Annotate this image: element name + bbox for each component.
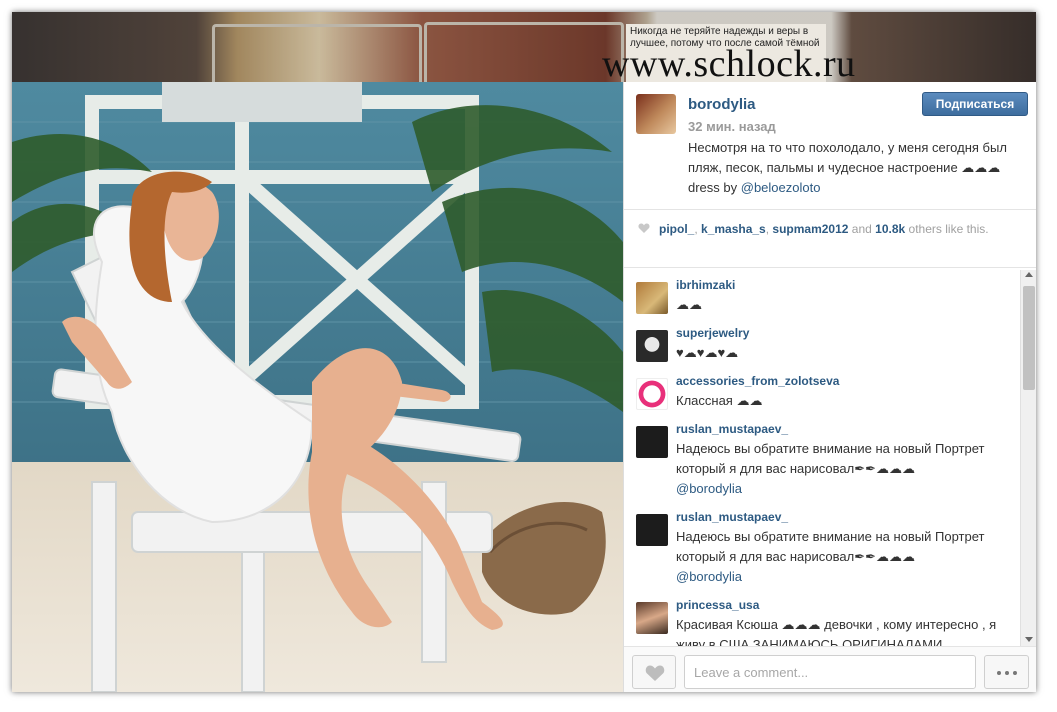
comment-text: Красивая Ксюша ☁☁☁ девочки , кому интере… — [676, 617, 997, 646]
heart-icon — [645, 665, 665, 681]
user-avatar[interactable] — [636, 94, 676, 134]
comment-item: princessa_usa Красивая Ксюша ☁☁☁ девочки… — [624, 590, 1020, 646]
commenter-avatar[interactable] — [636, 426, 668, 458]
caption-dress-by: dress by — [688, 180, 741, 195]
caption-emoji: ☁☁☁ — [961, 160, 1001, 175]
comment-item: superjewelry ♥☁♥☁♥☁ — [624, 318, 1020, 366]
more-options-button[interactable] — [984, 655, 1029, 689]
comment-username[interactable]: ruslan_mustapaev_ — [676, 422, 788, 436]
comment-text: Надеюсь вы обратите внимание на новый По… — [676, 439, 1016, 499]
comment-body: Надеюсь вы обратите внимание на новый По… — [676, 529, 985, 564]
like-button[interactable] — [632, 655, 676, 689]
comments-scrollbar[interactable] — [1020, 270, 1036, 646]
commenter-avatar[interactable] — [636, 330, 668, 362]
likes-text: pipol_, k_masha_s, supmam2012 and 10.8k … — [659, 222, 989, 236]
more-dot-icon — [1012, 671, 1017, 675]
liker-link[interactable]: pipol_ — [659, 222, 694, 236]
comment-text: ♥☁♥☁♥☁ — [676, 345, 739, 360]
post-timestamp: 32 мин. назад — [688, 119, 776, 134]
commenter-avatar[interactable] — [636, 378, 668, 410]
background-page-strip — [12, 12, 1036, 84]
caption-text: Несмотря на то что похолодало, у меня се… — [688, 140, 1007, 175]
more-dot-icon — [1004, 671, 1009, 675]
comment-mention-link[interactable]: @borodylia — [676, 481, 742, 496]
caption-mention-link[interactable]: @beloezoloto — [741, 180, 821, 195]
post-details-panel: borodylia Подписаться 32 мин. назад Несм… — [623, 82, 1036, 692]
post-username[interactable]: borodylia — [688, 96, 756, 113]
likes-section: pipol_, k_masha_s, supmam2012 and 10.8k … — [624, 210, 1036, 268]
likes-and: and — [851, 222, 872, 236]
comment-text: Надеюсь вы обратите внимание на новый По… — [676, 527, 1016, 587]
post-caption: Несмотря на то что похолодало, у меня се… — [688, 138, 1028, 198]
background-image-frame — [212, 24, 422, 84]
comment-item: ruslan_mustapaev_ Надеюсь вы обратите вн… — [624, 414, 1020, 502]
comment-username[interactable]: ruslan_mustapaev_ — [676, 510, 788, 524]
comment-item: ibrhimzaki ☁☁ — [624, 270, 1020, 318]
comment-username[interactable]: ibrhimzaki — [676, 278, 735, 292]
commenter-avatar[interactable] — [636, 514, 668, 546]
watermark-text: www.schlock.ru — [602, 43, 856, 85]
photo-illustration — [12, 82, 623, 692]
comment-footer — [624, 646, 1036, 692]
comment-item: ruslan_mustapaev_ Надеюсь вы обратите вн… — [624, 502, 1020, 590]
likes-suffix: others like this. — [908, 222, 989, 236]
scroll-up-arrow-icon[interactable] — [1025, 272, 1033, 277]
background-image-frame — [424, 22, 624, 84]
commenter-avatar[interactable] — [636, 602, 668, 634]
liker-link[interactable]: k_masha_s — [701, 222, 766, 236]
comments-list: ibrhimzaki ☁☁ superjewelry ♥☁♥☁♥☁ access… — [624, 270, 1020, 646]
comment-text: ☁☁ — [676, 297, 702, 312]
comment-item: accessories_from_zolotseva Классная ☁☁ — [624, 366, 1020, 414]
scrollbar-thumb[interactable] — [1023, 286, 1035, 390]
follow-button[interactable]: Подписаться — [922, 92, 1028, 116]
likes-count[interactable]: 10.8k — [875, 222, 905, 236]
scroll-down-arrow-icon[interactable] — [1025, 637, 1033, 642]
liker-link[interactable]: supmam2012 — [772, 222, 848, 236]
post-photo[interactable] — [12, 82, 623, 692]
comment-username[interactable]: superjewelry — [676, 326, 749, 340]
comment-text: Классная ☁☁ — [676, 393, 763, 408]
comment-mention-link[interactable]: @borodylia — [676, 569, 742, 584]
commenter-avatar[interactable] — [636, 282, 668, 314]
heart-icon — [638, 223, 650, 233]
comment-username[interactable]: princessa_usa — [676, 598, 759, 612]
comment-input[interactable] — [684, 655, 976, 689]
more-dot-icon — [996, 671, 1001, 675]
comment-username[interactable]: accessories_from_zolotseva — [676, 374, 839, 388]
post-header: borodylia Подписаться 32 мин. назад Несм… — [624, 82, 1036, 210]
post-modal-frame: Никогда не теряйте надежды и веры в лучш… — [12, 12, 1036, 692]
comment-body: Надеюсь вы обратите внимание на новый По… — [676, 441, 985, 476]
